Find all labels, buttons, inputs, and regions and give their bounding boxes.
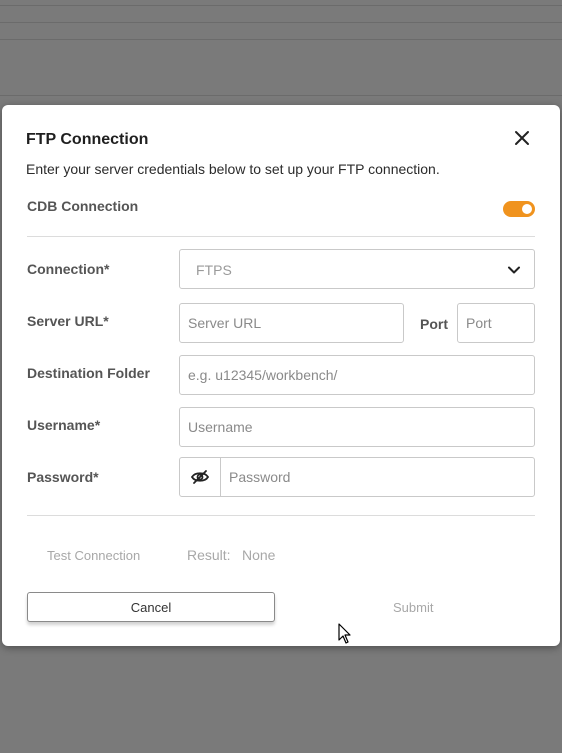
port-label: Port: [420, 316, 448, 332]
section-divider: [27, 236, 535, 237]
dialog-title: FTP Connection: [26, 131, 149, 148]
server-url-label: Server URL*: [27, 313, 109, 329]
test-connection-button[interactable]: Test Connection: [47, 548, 140, 563]
close-icon: [515, 131, 529, 145]
username-label: Username*: [27, 417, 101, 433]
password-label: Password*: [27, 469, 99, 485]
result-label: Result:: [187, 547, 231, 563]
close-button[interactable]: [511, 127, 533, 149]
server-url-input[interactable]: [179, 303, 404, 343]
background-page: [0, 0, 562, 100]
port-input[interactable]: [457, 303, 535, 343]
background-divider: [0, 39, 562, 40]
mouse-cursor-icon: [338, 623, 351, 644]
submit-button[interactable]: Submit: [393, 600, 433, 615]
username-input[interactable]: [179, 407, 535, 447]
section-divider: [27, 515, 535, 516]
connection-label: Connection*: [27, 261, 110, 277]
destination-folder-label: Destination Folder: [27, 365, 150, 381]
cdb-connection-label: CDB Connection: [27, 198, 139, 214]
password-field: [179, 457, 535, 497]
chevron-down-icon: [508, 266, 520, 274]
connection-select-value: FTPS: [196, 262, 232, 278]
background-divider: [0, 22, 562, 23]
connection-select[interactable]: FTPS: [179, 249, 535, 289]
toggle-password-visibility-button[interactable]: [180, 458, 221, 496]
cdb-connection-toggle[interactable]: [503, 201, 535, 217]
cancel-button[interactable]: Cancel: [27, 592, 275, 622]
result-value: None: [242, 547, 276, 563]
background-divider: [0, 5, 562, 6]
password-input[interactable]: [221, 458, 534, 496]
dialog-subtitle: Enter your server credentials below to s…: [26, 161, 440, 177]
ftp-connection-dialog: FTP Connection Enter your server credent…: [2, 105, 560, 646]
destination-folder-input[interactable]: [179, 355, 535, 395]
eye-off-icon: [190, 470, 210, 484]
toggle-knob: [522, 204, 532, 214]
background-divider: [0, 95, 562, 96]
